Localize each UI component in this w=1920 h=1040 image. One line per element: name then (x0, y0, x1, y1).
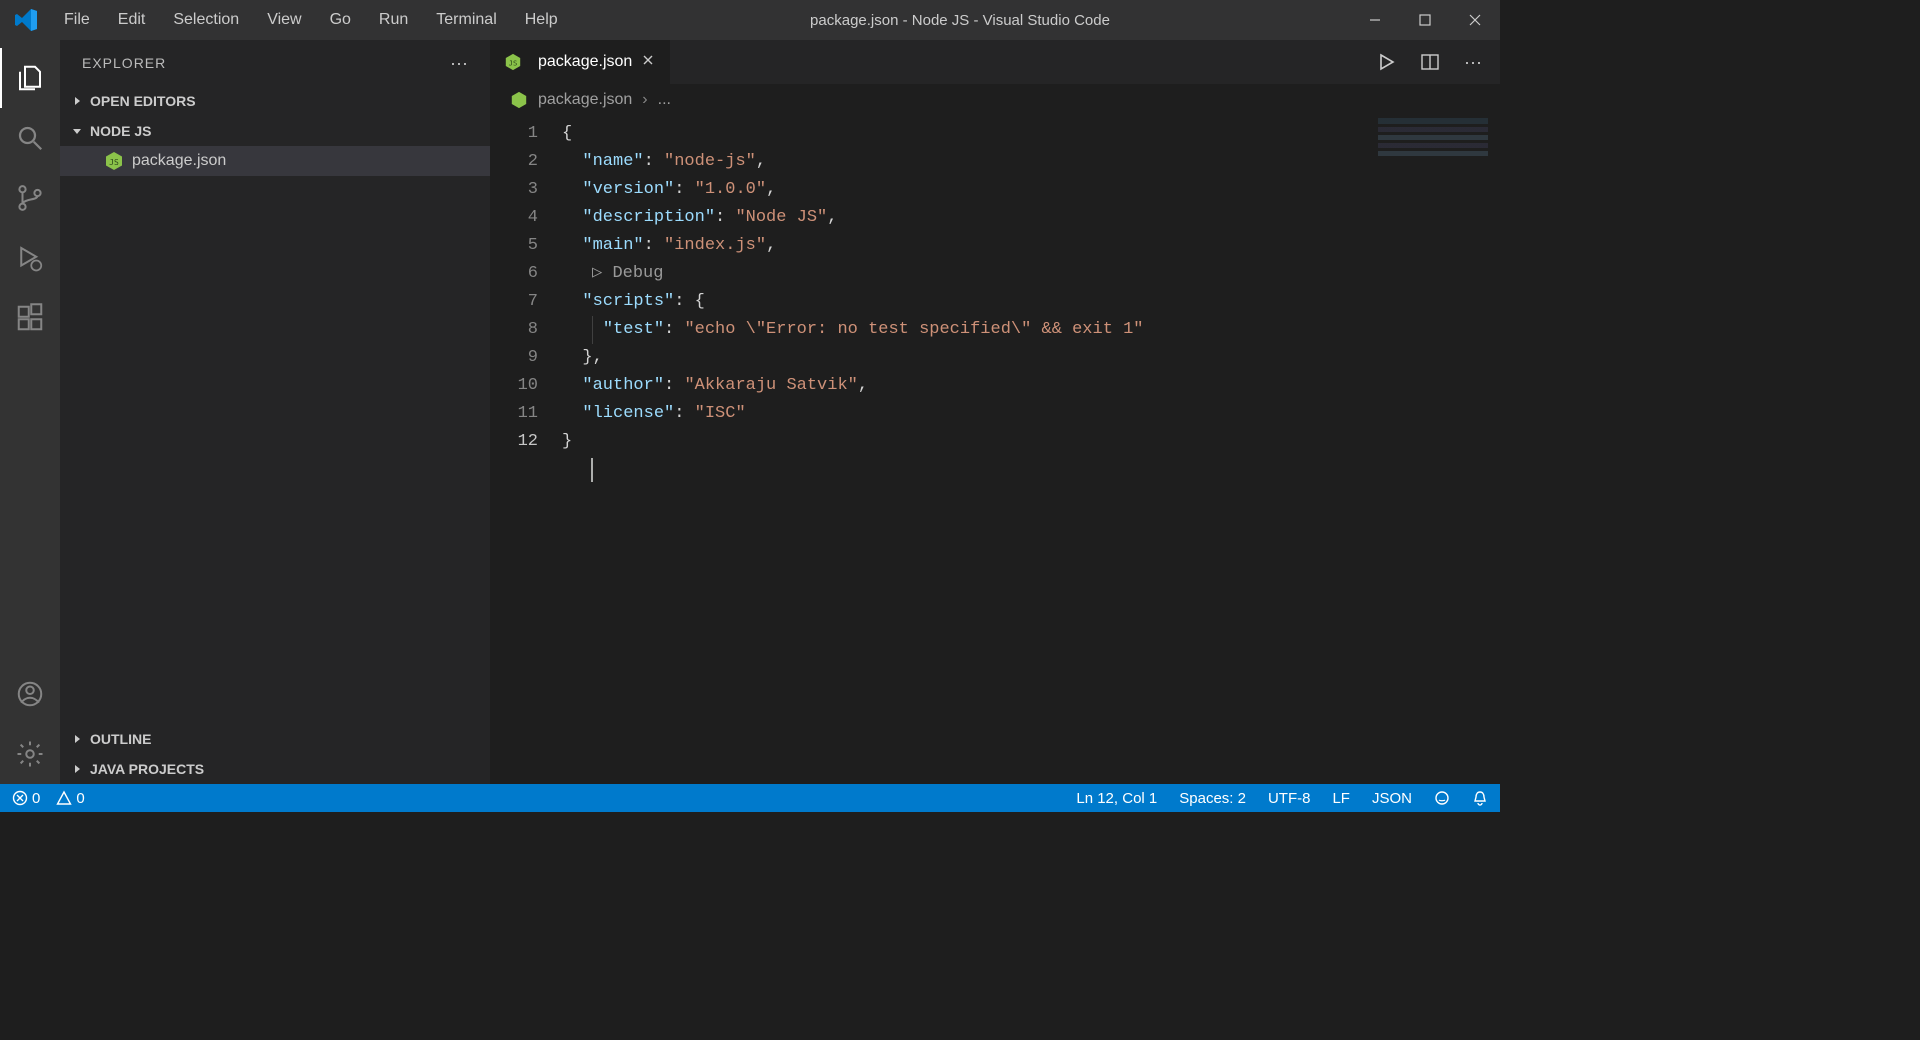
section-open-editors-label: OPEN EDITORS (90, 93, 196, 109)
section-outline[interactable]: OUTLINE (60, 724, 490, 754)
section-outline-label: OUTLINE (90, 731, 151, 747)
chevron-right-icon: › (642, 91, 647, 109)
debug-codelens[interactable]: ▷ Debug (562, 260, 1500, 288)
npm-json-icon: JS (504, 53, 522, 71)
chevron-right-icon (70, 762, 86, 776)
status-warnings[interactable]: 0 (56, 790, 84, 807)
minimize-button[interactable] (1350, 0, 1400, 40)
close-button[interactable] (1450, 0, 1500, 40)
activity-run-debug[interactable] (0, 228, 60, 288)
editor-area: JS package.json ··· package.json › ... (490, 40, 1500, 784)
account-icon (15, 679, 45, 709)
npm-json-icon (510, 91, 528, 109)
search-icon (15, 123, 45, 153)
activity-accounts[interactable] (0, 664, 60, 724)
menu-help[interactable]: Help (513, 5, 570, 35)
feedback-icon (1434, 790, 1450, 806)
sidebar-more-button[interactable]: ··· (450, 53, 468, 74)
branch-icon (15, 183, 45, 213)
titlebar: File Edit Selection View Go Run Terminal… (0, 0, 1500, 40)
menubar: File Edit Selection View Go Run Terminal… (52, 5, 570, 35)
tab-package-json[interactable]: JS package.json (490, 40, 670, 84)
play-bug-icon (15, 243, 45, 273)
code-editor[interactable]: 1 2 3 4 5 6 7 8 9 10 11 12 { "name": "no… (490, 116, 1500, 784)
extensions-icon (15, 303, 45, 333)
menu-edit[interactable]: Edit (106, 5, 158, 35)
svg-text:JS: JS (509, 59, 518, 68)
error-icon (12, 790, 28, 806)
warning-icon (56, 790, 72, 806)
maximize-button[interactable] (1400, 0, 1450, 40)
menu-terminal[interactable]: Terminal (424, 5, 508, 35)
tab-close-button[interactable] (640, 52, 656, 73)
status-eol[interactable]: LF (1332, 790, 1350, 807)
minimap[interactable] (1378, 118, 1488, 163)
sidebar: EXPLORER ··· OPEN EDITORS NODE JS JS pac… (60, 40, 490, 784)
file-tree-item-package-json[interactable]: JS package.json (60, 146, 490, 176)
menu-go[interactable]: Go (318, 5, 363, 35)
npm-json-icon: JS (104, 151, 124, 171)
section-project[interactable]: NODE JS (60, 116, 490, 146)
editor-actions: ··· (1376, 52, 1500, 73)
run-icon[interactable] (1376, 52, 1396, 72)
activitybar (0, 40, 60, 784)
breadcrumb-ellipsis[interactable]: ... (658, 91, 671, 109)
window-controls (1350, 0, 1500, 40)
editor-more-button[interactable]: ··· (1464, 52, 1482, 73)
activity-source-control[interactable] (0, 168, 60, 228)
breadcrumbs[interactable]: package.json › ... (490, 84, 1500, 116)
vscode-logo-icon (14, 8, 38, 32)
split-editor-icon[interactable] (1420, 52, 1440, 72)
menu-view[interactable]: View (255, 5, 313, 35)
menu-selection[interactable]: Selection (161, 5, 251, 35)
status-feedback[interactable] (1434, 790, 1450, 806)
section-java-projects-label: JAVA PROJECTS (90, 761, 204, 777)
status-notifications[interactable] (1472, 790, 1488, 806)
chevron-right-icon (70, 94, 86, 108)
activity-extensions[interactable] (0, 288, 60, 348)
statusbar: 0 0 Ln 12, Col 1 Spaces: 2 UTF-8 LF JSON (0, 784, 1500, 812)
text-cursor (591, 458, 593, 482)
status-errors[interactable]: 0 (12, 790, 40, 807)
section-java-projects[interactable]: JAVA PROJECTS (60, 754, 490, 784)
chevron-down-icon (70, 124, 86, 138)
status-encoding[interactable]: UTF-8 (1268, 790, 1311, 807)
editor-tabs: JS package.json ··· (490, 40, 1500, 84)
status-language[interactable]: JSON (1372, 790, 1412, 807)
status-indentation[interactable]: Spaces: 2 (1179, 790, 1246, 807)
tab-label: package.json (538, 53, 632, 71)
section-open-editors[interactable]: OPEN EDITORS (60, 86, 490, 116)
file-tree-item-label: package.json (132, 152, 226, 170)
section-project-label: NODE JS (90, 123, 151, 139)
code-content[interactable]: { "name": "node-js", "version": "1.0.0",… (562, 116, 1500, 784)
gear-icon (15, 739, 45, 769)
sidebar-title: EXPLORER (82, 55, 166, 71)
files-icon (15, 63, 45, 93)
activity-settings[interactable] (0, 724, 60, 784)
activity-explorer[interactable] (0, 48, 60, 108)
activity-search[interactable] (0, 108, 60, 168)
bell-icon (1472, 790, 1488, 806)
status-ln-col[interactable]: Ln 12, Col 1 (1076, 790, 1157, 807)
breadcrumb-file[interactable]: package.json (538, 91, 632, 109)
menu-run[interactable]: Run (367, 5, 420, 35)
line-number-gutter: 1 2 3 4 5 6 7 8 9 10 11 12 (490, 116, 562, 784)
window-title: package.json - Node JS - Visual Studio C… (810, 12, 1110, 29)
chevron-right-icon (70, 732, 86, 746)
svg-text:JS: JS (109, 158, 119, 167)
menu-file[interactable]: File (52, 5, 102, 35)
